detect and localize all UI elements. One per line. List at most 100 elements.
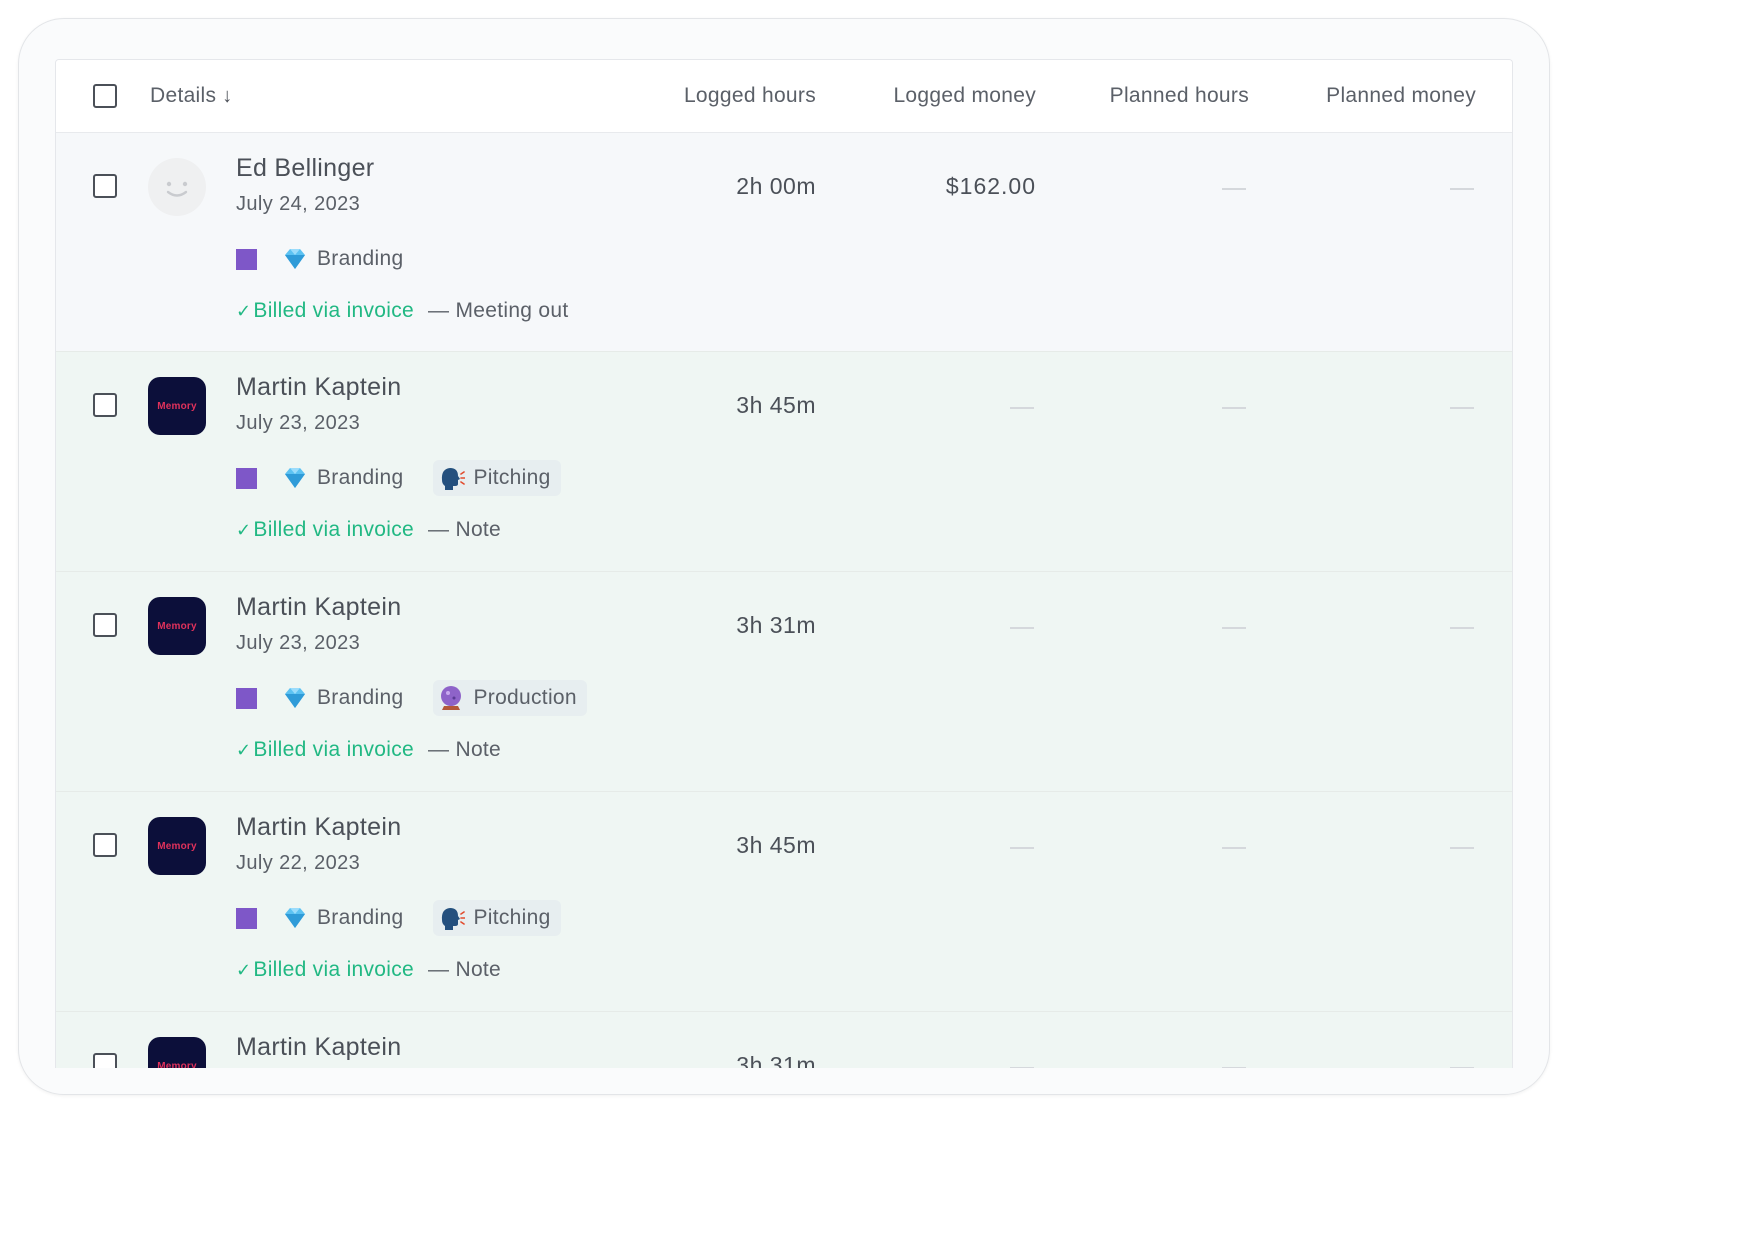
- project-tag[interactable]: Branding: [281, 241, 411, 277]
- entry-note: — Note: [428, 518, 502, 541]
- task-tag[interactable]: Pitching: [433, 460, 561, 496]
- project-label: Branding: [317, 686, 404, 709]
- row-checkbox[interactable]: [93, 393, 117, 417]
- planned-hours-empty: [1222, 847, 1246, 849]
- project-color-swatch: [236, 467, 257, 489]
- project-color-swatch: [236, 248, 257, 270]
- speaking-head-icon: [442, 908, 466, 930]
- gem-icon: [285, 688, 305, 708]
- billed-label: Billed via invoice: [253, 518, 415, 541]
- avatar: Memory: [148, 377, 206, 435]
- check-icon: ✓: [236, 960, 252, 980]
- row-checkbox[interactable]: [93, 833, 117, 857]
- memory-logo-text: Memory: [157, 620, 197, 632]
- time-entries-table: Details ↓ Logged hours Logged money Plann…: [55, 59, 1513, 1068]
- planned-hours-empty: [1222, 627, 1246, 629]
- logged-money-empty: [1010, 1067, 1034, 1068]
- planned-hours-empty: [1222, 1067, 1246, 1068]
- logged-hours-value: 3h 31m: [736, 612, 816, 638]
- row-checkbox[interactable]: [93, 1053, 117, 1068]
- project-color-swatch: [236, 687, 257, 709]
- billing-status: ✓Billed via invoice — Note: [236, 958, 501, 982]
- task-tag[interactable]: Pitching: [433, 900, 561, 936]
- table-row[interactable]: Memory Martin Kaptein July 22, 2023 Bran…: [56, 792, 1512, 1012]
- entry-note: — Note: [428, 738, 502, 761]
- logged-money-empty: [1010, 407, 1034, 409]
- logged-hours-value: 3h 45m: [736, 392, 816, 418]
- tags: Branding Pitching: [236, 900, 583, 936]
- user-name: Martin Kaptein: [236, 1033, 402, 1061]
- planned-money-empty: [1450, 627, 1474, 629]
- row-checkbox[interactable]: [93, 174, 117, 198]
- app-frame: Details ↓ Logged hours Logged money Plann…: [18, 18, 1550, 1095]
- task-label: Pitching: [473, 466, 551, 489]
- placeholder-face-icon: [166, 181, 188, 197]
- speaking-head-icon: [442, 468, 466, 490]
- entry-date: July 23, 2023: [236, 412, 361, 434]
- planned-hours-empty: [1222, 188, 1246, 190]
- user-name: Martin Kaptein: [236, 593, 402, 621]
- memory-logo-text: Memory: [157, 1060, 197, 1069]
- project-label: Branding: [317, 247, 404, 270]
- table-row[interactable]: Memory Martin Kaptein July 23, 2023 Bran…: [56, 572, 1512, 792]
- row-checkbox[interactable]: [93, 613, 117, 637]
- logged-hours-value: 2h 00m: [736, 173, 816, 199]
- gem-icon: [285, 908, 305, 928]
- entry-date: July 23, 2023: [236, 632, 361, 654]
- billing-status: ✓Billed via invoice — Note: [236, 738, 501, 762]
- project-color-swatch: [236, 907, 257, 929]
- project-tag[interactable]: Branding: [281, 900, 411, 936]
- avatar: [148, 158, 206, 216]
- project-tag[interactable]: Branding: [281, 460, 411, 496]
- gem-icon: [285, 468, 305, 488]
- planned-money-empty: [1450, 847, 1474, 849]
- entry-note: — Meeting out: [428, 299, 569, 322]
- logged-hours-column-header[interactable]: Logged hours: [684, 84, 816, 108]
- logged-hours-value: 3h 45m: [736, 832, 816, 858]
- check-icon: ✓: [236, 301, 252, 321]
- billed-label: Billed via invoice: [253, 738, 415, 761]
- project-tag[interactable]: Branding: [281, 680, 411, 716]
- logged-money-column-header[interactable]: Logged money: [893, 84, 1036, 108]
- entry-note: — Note: [428, 958, 502, 981]
- details-header-label: Details: [150, 84, 217, 107]
- memory-logo-text: Memory: [157, 400, 197, 412]
- billing-status: ✓Billed via invoice — Note: [236, 518, 501, 542]
- task-label: Pitching: [473, 906, 551, 929]
- select-all-checkbox[interactable]: [93, 84, 117, 108]
- planned-hours-column-header[interactable]: Planned hours: [1110, 84, 1249, 108]
- planned-money-empty: [1450, 188, 1474, 190]
- user-name: Ed Bellinger: [236, 154, 375, 182]
- table-row[interactable]: Memory Martin Kaptein July 23, 2023 Bran…: [56, 352, 1512, 572]
- avatar: Memory: [148, 817, 206, 875]
- planned-money-empty: [1450, 407, 1474, 409]
- sort-arrow-down-icon[interactable]: ↓: [222, 85, 232, 108]
- logged-money-value: $162.00: [945, 173, 1036, 199]
- tags: Branding Production: [236, 680, 609, 716]
- avatar: Memory: [148, 1037, 206, 1068]
- billed-label: Billed via invoice: [253, 958, 415, 981]
- details-column-header[interactable]: Details ↓: [150, 84, 233, 108]
- check-icon: ✓: [236, 520, 252, 540]
- gem-icon: [285, 249, 305, 269]
- project-label: Branding: [317, 906, 404, 929]
- logged-money-empty: [1010, 627, 1034, 629]
- planned-money-column-header[interactable]: Planned money: [1326, 84, 1476, 108]
- user-name: Martin Kaptein: [236, 813, 402, 841]
- task-label: Production: [473, 686, 577, 709]
- table-header: Details ↓ Logged hours Logged money Plann…: [56, 60, 1512, 133]
- table-row[interactable]: Memory Martin Kaptein 3h 31m: [56, 1012, 1512, 1068]
- task-tag[interactable]: Production: [433, 680, 587, 716]
- entry-date: July 22, 2023: [236, 852, 361, 874]
- table-row[interactable]: Ed Bellinger July 24, 2023 Branding ✓Bil…: [56, 133, 1512, 352]
- billing-status: ✓Billed via invoice — Meeting out: [236, 299, 569, 323]
- memory-logo-text: Memory: [157, 840, 197, 852]
- planned-hours-empty: [1222, 407, 1246, 409]
- entry-date: July 24, 2023: [236, 193, 361, 215]
- logged-money-empty: [1010, 847, 1034, 849]
- crystal-ball-icon: [441, 686, 462, 710]
- billed-label: Billed via invoice: [253, 299, 415, 322]
- planned-money-empty: [1450, 1067, 1474, 1068]
- logged-hours-value: 3h 31m: [736, 1052, 816, 1068]
- project-label: Branding: [317, 466, 404, 489]
